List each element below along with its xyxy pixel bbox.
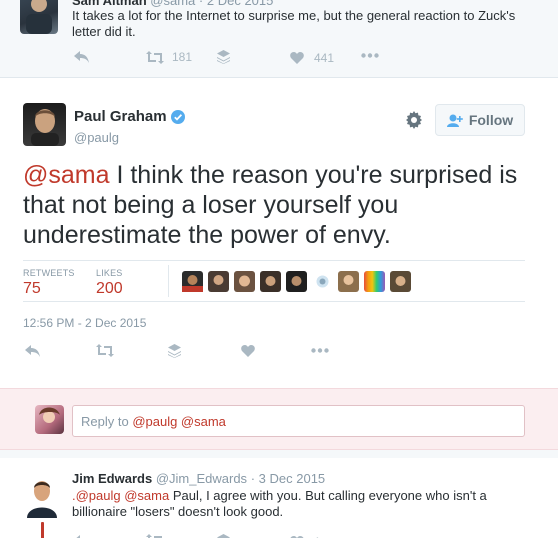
display-name-text[interactable]: Paul Graham <box>74 108 167 125</box>
reply-button[interactable] <box>25 345 40 357</box>
author-handle[interactable]: @sama <box>150 0 195 8</box>
reply-composer: Reply to @paulg @sama <box>0 388 558 450</box>
retweets-count[interactable]: 75 <box>23 280 41 298</box>
reply-icon <box>74 51 89 63</box>
buffer-stack-icon <box>168 344 181 358</box>
more-button[interactable] <box>361 53 379 58</box>
date-separator: · <box>198 0 204 8</box>
tweet-text: .@paulg @sama Paul, I agree with you. Bu… <box>72 488 532 520</box>
buffer-stack-icon <box>217 50 230 64</box>
buffer-stack-icon <box>217 534 230 538</box>
previous-tweet[interactable]: Sam Altman @sama · 2 Dec 2015 It takes a… <box>0 0 558 78</box>
more-button[interactable] <box>311 348 329 353</box>
liker-avatar[interactable] <box>208 271 229 292</box>
retweet-icon <box>96 344 114 357</box>
follow-label: Follow <box>468 112 514 128</box>
reply-tweet[interactable]: Jim Edwards @Jim_Edwards · 3 Dec 2015 .@… <box>0 450 558 538</box>
follow-button[interactable]: Follow <box>435 104 525 136</box>
tweet-stats: RETWEETS 75 LIKES 200 <box>23 260 525 302</box>
settings-button[interactable] <box>405 111 423 134</box>
mention-links[interactable]: .@paulg @sama <box>72 488 169 503</box>
reply-icon <box>25 345 40 357</box>
verified-badge-icon <box>170 109 185 124</box>
add-user-icon <box>446 114 463 127</box>
reply-mentions: @paulg @sama <box>132 414 226 429</box>
liker-avatar[interactable] <box>234 271 255 292</box>
heart-icon <box>290 52 304 64</box>
liker-avatar[interactable] <box>182 271 203 292</box>
more-dots-icon <box>311 348 329 353</box>
like-count: 441 <box>314 51 335 65</box>
tweet-text: @sama I think the reason you're surprise… <box>23 160 538 250</box>
retweet-count: 181 <box>172 50 193 64</box>
author-name[interactable]: Paul Graham <box>74 108 185 125</box>
thread-connector <box>41 522 44 538</box>
liker-avatar[interactable] <box>260 271 281 292</box>
more-dots-icon <box>361 53 379 58</box>
retweets-label: RETWEETS <box>23 268 75 278</box>
retweet-icon <box>146 50 164 64</box>
reply-prefix: Reply to <box>81 414 133 429</box>
avatar[interactable] <box>20 0 58 34</box>
buffer-button[interactable] <box>217 50 230 64</box>
avatar[interactable] <box>21 476 63 518</box>
main-tweet: Paul Graham @paulg Follow @sama I think … <box>0 78 558 388</box>
reply-input[interactable]: Reply to @paulg @sama <box>72 405 525 437</box>
liker-avatar[interactable] <box>286 271 307 292</box>
stats-divider <box>168 265 169 297</box>
date-separator: · <box>250 471 256 486</box>
author-name[interactable]: Sam Altman <box>72 0 147 8</box>
avatar[interactable] <box>23 103 66 146</box>
likes-count[interactable]: 200 <box>96 280 123 298</box>
retweet-button[interactable] <box>146 534 164 538</box>
tweet-date[interactable]: 2 Dec 2015 <box>207 0 274 8</box>
tweet-timestamp[interactable]: 12:56 PM - 2 Dec 2015 <box>23 316 146 330</box>
mention-link[interactable]: @sama <box>23 161 110 189</box>
retweet-icon <box>146 534 162 538</box>
retweet-button[interactable] <box>96 344 114 357</box>
heart-icon <box>241 345 255 357</box>
author-handle[interactable]: @paulg <box>74 130 119 145</box>
gear-icon <box>406 111 422 129</box>
tweet-author[interactable]: Jim Edwards @Jim_Edwards · 3 Dec 2015 <box>72 471 325 486</box>
buffer-button[interactable] <box>168 344 181 358</box>
likes-label: LIKES <box>96 268 123 278</box>
author-handle[interactable]: @Jim_Edwards <box>156 471 247 486</box>
buffer-button[interactable] <box>217 534 230 538</box>
retweet-button[interactable]: 181 <box>146 50 192 64</box>
liker-avatar[interactable] <box>338 271 359 292</box>
like-button[interactable]: 441 <box>290 51 334 65</box>
tweet-author[interactable]: Sam Altman @sama · 2 Dec 2015 <box>72 0 273 8</box>
tweet-text: It takes a lot for the Internet to surpr… <box>72 8 516 39</box>
author-name[interactable]: Jim Edwards <box>72 471 152 486</box>
current-user-avatar[interactable] <box>35 405 64 434</box>
reply-button[interactable] <box>74 51 89 63</box>
liker-avatar[interactable] <box>390 271 411 292</box>
liker-avatar[interactable] <box>364 271 385 292</box>
liker-avatar[interactable] <box>312 271 333 292</box>
tweet-date[interactable]: 3 Dec 2015 <box>259 471 326 486</box>
like-button[interactable] <box>241 345 255 357</box>
